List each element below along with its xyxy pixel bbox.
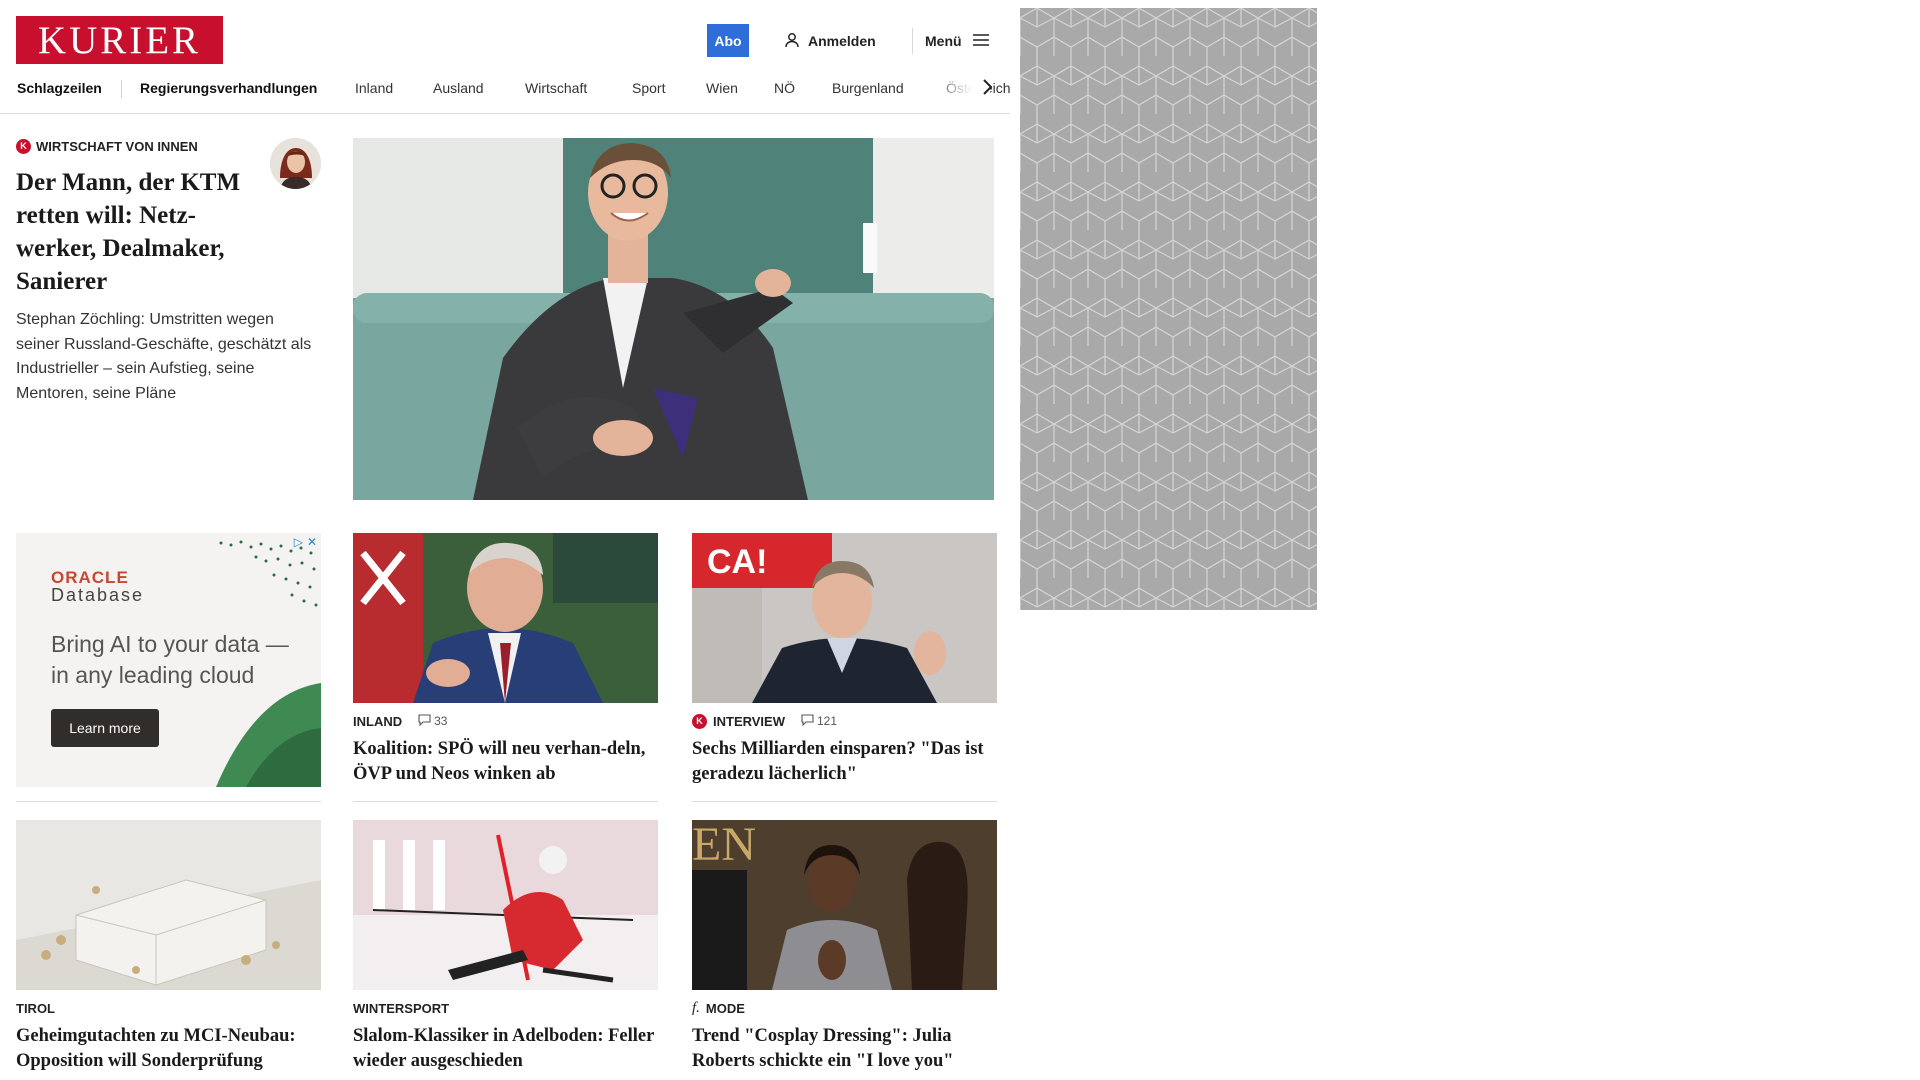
article-kicker: MODE [705,1000,745,1016]
svg-text:CA!: CA! [707,543,767,581]
article-card[interactable]: EN f. MODE Trend "Cosplay Dressing": Jul… [692,820,997,1073]
abo-button[interactable]: Abo [707,24,749,57]
article-card[interactable]: TIROL Geheimgutachten zu MCI-Neubau: Opp… [16,820,321,1073]
article-meta: f. MODE [692,1000,997,1016]
article-headline[interactable]: Koalition: SPÖ will neu verhan-deln, ÖVP… [353,737,658,786]
article-kicker: WINTERSPORT [353,1000,450,1016]
hero-image[interactable] [353,138,994,500]
main-content: KURIER Abo Anmelden Menü Schlagzeilen Re… [0,0,1010,1080]
article-image[interactable]: EN [692,820,997,990]
nav-item-wien[interactable]: Wien [706,80,738,96]
comment-count[interactable]: 33 [418,713,448,729]
article-kicker: INLAND [353,713,403,729]
user-icon [784,32,800,51]
article-card[interactable]: CA! K INTERVIEW 121 Sechs Milliarden ein… [692,533,997,786]
article-card[interactable]: WINTERSPORT Slalom-Klassiker in Adelbode… [353,820,658,1073]
article-card[interactable]: INLAND 33 Koalition: SPÖ will neu verhan… [353,533,658,786]
article-meta: TIROL [16,1000,321,1016]
nav-item-wirtschaft[interactable]: Wirtschaft [525,80,587,96]
nav-item-sport[interactable]: Sport [632,80,665,96]
ad-close-icon[interactable]: ✕ [307,535,317,549]
card-divider [16,801,321,802]
article-image[interactable] [353,533,658,703]
site-header: KURIER Abo Anmelden Menü Schlagzeilen Re… [0,0,1010,114]
menu-label: Menü [925,33,962,49]
comment-icon [801,713,814,729]
login-label: Anmelden [808,33,876,49]
author-avatar [270,138,321,189]
login-button[interactable]: Anmelden [784,30,876,52]
comment-count-value: 121 [817,714,838,728]
nav-item-inland[interactable]: Inland [355,80,393,96]
card-divider [692,801,997,802]
hero-kicker-label: WIRTSCHAFT VON INNEN [36,138,198,154]
nav-item-ausland[interactable]: Ausland [433,80,484,96]
oracle-ad[interactable]: ▷ ✕ ORACLE Database Bring AI to your dat… [16,533,321,787]
chevron-right-icon [981,78,993,101]
skyscraper-ad-placeholder [1020,8,1317,610]
nav-scroll-right-button[interactable] [976,78,998,100]
freizeit-icon: f. [692,999,700,1016]
section-nav: Schlagzeilen Regierungsverhandlungen Inl… [0,76,1010,102]
kurier-plus-icon: K [692,713,707,729]
ad-choices[interactable]: ▷ ✕ [294,535,317,549]
kurier-plus-icon: K [16,138,31,154]
article-headline[interactable]: Geheimgutachten zu MCI-Neubau: Oppositio… [16,1024,321,1073]
article-kicker: INTERVIEW [713,713,785,729]
comment-count-value: 33 [434,714,448,728]
card-divider [353,801,658,802]
hero-headline[interactable]: Der Mann, der KTM retten will: Netz-werk… [16,166,266,298]
hero-lead: Stephan Zöchling: Umstritten wegen seine… [16,311,312,402]
article-meta: WINTERSPORT [353,1000,658,1016]
article-meta: INLAND 33 [353,713,658,729]
ad-choices-icon[interactable]: ▷ [294,535,303,549]
comment-count[interactable]: 121 [801,713,838,729]
article-headline[interactable]: Trend "Cosplay Dressing": Julia Roberts … [692,1024,997,1073]
article-headline[interactable]: Sechs Milliarden einsparen? "Das ist ger… [692,737,997,786]
ad-headline: Bring AI to your data —in any leading cl… [51,631,289,688]
ad-brand-sub: Database [51,585,145,605]
article-image[interactable] [16,820,321,990]
nav-item-noe[interactable]: NÖ [774,80,795,96]
svg-text:EN: EN [692,820,756,871]
article-image[interactable]: CA! [692,533,997,703]
article-image[interactable] [353,820,658,990]
hamburger-icon [972,33,990,50]
ad-cta-button[interactable]: Learn more [51,709,159,747]
nav-item-schlagzeilen[interactable]: Schlagzeilen [17,80,102,96]
kurier-logo[interactable]: KURIER [16,16,223,64]
nav-divider [121,80,122,98]
comment-icon [418,713,431,729]
header-divider [912,28,913,54]
article-meta: K INTERVIEW 121 [692,713,997,729]
article-kicker: TIROL [16,1000,55,1016]
nav-item-regierungsverhandlungen[interactable]: Regierungsverhandlungen [140,80,317,96]
menu-button[interactable]: Menü [925,30,990,52]
article-headline[interactable]: Slalom-Klassiker in Adelboden: Feller wi… [353,1024,658,1073]
nav-item-burgenland[interactable]: Burgenland [832,80,904,96]
